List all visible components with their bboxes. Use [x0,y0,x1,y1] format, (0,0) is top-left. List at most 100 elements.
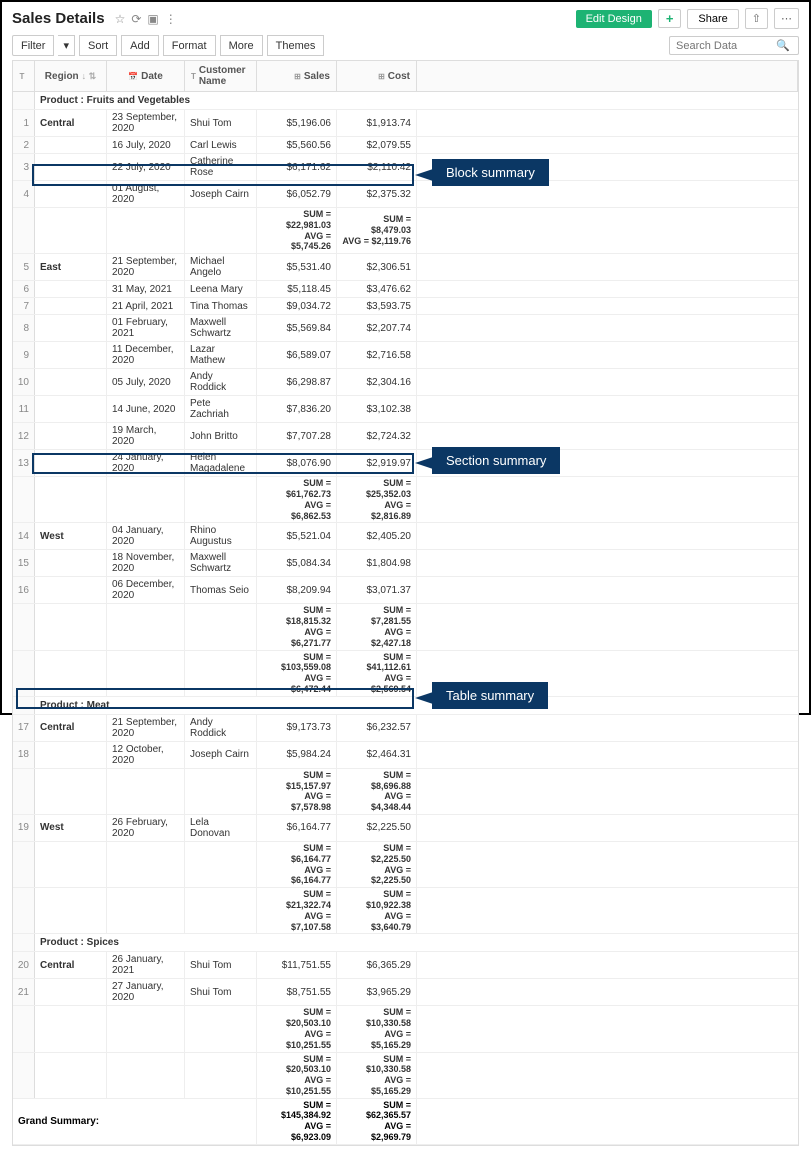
share-button[interactable]: Share [687,9,738,29]
row-number: 9 [13,342,35,368]
table-row[interactable]: 1324 January, 2020Helen Magadalene$8,076… [13,450,798,477]
themes-button[interactable]: Themes [267,35,325,56]
search-input[interactable] [676,40,776,52]
refresh-icon[interactable]: ⟳ [131,12,141,26]
info-icon[interactable]: ▣ [147,12,158,26]
column-date[interactable]: 📅Date [107,61,185,91]
block-summary-callout: Block summary [432,159,549,186]
table-row[interactable]: 401 August, 2020Joseph Cairn$6,052.79$2,… [13,181,798,208]
cost-cell: $2,716.58 [337,342,417,368]
date-cell: 26 February, 2020 [107,815,185,841]
cost-cell: $2,079.55 [337,137,417,153]
more-button[interactable]: More [220,35,263,56]
table-row[interactable]: 1114 June, 2020Pete Zachriah$7,836.20$3,… [13,396,798,423]
table-row[interactable]: 2127 January, 2020Shui Tom$8,751.55$3,96… [13,979,798,1006]
cost-cell: $1,913.74 [337,110,417,136]
customer-cell: Andy Roddick [185,715,257,741]
customer-cell: Lela Donovan [185,815,257,841]
export-icon[interactable]: ⇧ [745,8,768,29]
table-row[interactable]: 14West04 January, 2020Rhino Augustus$5,5… [13,523,798,550]
table-row[interactable]: 5East21 September, 2020Michael Angelo$5,… [13,254,798,281]
sales-cell: $8,751.55 [257,979,337,1005]
customer-cell: Shui Tom [185,952,257,978]
row-number: 15 [13,550,35,576]
table-row[interactable]: 721 April, 2021Tina Thomas$9,034.72$3,59… [13,298,798,315]
row-number: 13 [13,450,35,476]
row-number: 8 [13,315,35,341]
page-title: Sales Details [12,10,105,27]
cost-cell: $3,102.38 [337,396,417,422]
table-row[interactable]: 1219 March, 2020John Britto$7,707.28$2,7… [13,423,798,450]
sales-cell: $7,707.28 [257,423,337,449]
region-cell [35,154,107,180]
cost-cell: $3,476.62 [337,281,417,297]
toolbar: Filter▾ Sort Add Format More Themes 🔍 [12,35,799,56]
header: Sales Details ☆ ⟳ ▣ ⋮ Edit Design + Shar… [12,8,799,29]
table-row[interactable]: 911 December, 2020Lazar Mathew$6,589.07$… [13,342,798,369]
date-cell: 12 October, 2020 [107,742,185,768]
date-cell: 01 February, 2021 [107,315,185,341]
row-number: 19 [13,815,35,841]
sort-button[interactable]: Sort [79,35,117,56]
column-rownum[interactable]: T [13,61,35,91]
sales-cell: $5,531.40 [257,254,337,280]
table-row[interactable]: 322 July, 2020Catherine Rose$6,171.62$2,… [13,154,798,181]
table-row[interactable]: 1Central23 September, 2020Shui Tom$5,196… [13,110,798,137]
edit-design-button[interactable]: Edit Design [576,10,652,28]
block-summary: SUM = $6,164.77AVG = $6,164.77SUM = $2,2… [13,842,798,888]
table-row[interactable]: 20Central26 January, 2021Shui Tom$11,751… [13,952,798,979]
date-cell: 01 August, 2020 [107,181,185,207]
region-cell: Central [35,952,107,978]
star-icon[interactable]: ☆ [115,12,126,26]
date-cell: 11 December, 2020 [107,342,185,368]
filter-dropdown-icon[interactable]: ▾ [58,35,75,56]
sales-cell: $5,569.84 [257,315,337,341]
region-cell: West [35,815,107,841]
column-region[interactable]: Region↓ ⇅ [35,61,107,91]
column-cost[interactable]: ⊞Cost [337,61,417,91]
table-row[interactable]: 631 May, 2021Leena Mary$5,118.45$3,476.6… [13,281,798,298]
row-number: 7 [13,298,35,314]
section-summary: SUM = $20,503.10AVG = $10,251.55SUM = $1… [13,1053,798,1099]
sales-cell: $5,084.34 [257,550,337,576]
column-sales[interactable]: ⊞Sales [257,61,337,91]
date-cell: 21 September, 2020 [107,254,185,280]
region-cell: Central [35,110,107,136]
date-cell: 31 May, 2021 [107,281,185,297]
add-button[interactable]: Add [121,35,159,56]
cost-cell: $3,071.37 [337,577,417,603]
group-header: Product : Fruits and Vegetables [13,92,798,110]
options-icon[interactable]: ⋯ [774,8,799,29]
sales-cell: $8,209.94 [257,577,337,603]
sales-cell: $6,052.79 [257,181,337,207]
table-row[interactable]: 19West26 February, 2020Lela Donovan$6,16… [13,815,798,842]
table-summary-callout: Table summary [432,682,548,709]
customer-cell: Joseph Cairn [185,181,257,207]
table-row[interactable]: 17Central21 September, 2020Andy Roddick$… [13,715,798,742]
grand-summary: Grand Summary:SUM = $145,384.92AVG = $6,… [13,1099,798,1145]
table-row[interactable]: 1005 July, 2020Andy Roddick$6,298.87$2,3… [13,369,798,396]
column-customer[interactable]: TCustomer Name [185,61,257,91]
row-number: 20 [13,952,35,978]
format-button[interactable]: Format [163,35,216,56]
cost-cell: $2,464.31 [337,742,417,768]
search-box[interactable]: 🔍 [669,36,799,55]
table-row[interactable]: 1812 October, 2020Joseph Cairn$5,984.24$… [13,742,798,769]
row-number: 18 [13,742,35,768]
cost-cell: $2,306.51 [337,254,417,280]
table-row[interactable]: 1518 November, 2020Maxwell Schwartz$5,08… [13,550,798,577]
sales-cell: $9,034.72 [257,298,337,314]
customer-cell: Michael Angelo [185,254,257,280]
table-row[interactable]: 216 July, 2020Carl Lewis$5,560.56$2,079.… [13,137,798,154]
row-number: 5 [13,254,35,280]
filter-button[interactable]: Filter [12,35,54,56]
more-icon[interactable]: ⋮ [165,12,177,26]
cost-cell: $2,207.74 [337,315,417,341]
section-summary: SUM = $21,322.74AVG = $7,107.58SUM = $10… [13,888,798,934]
add-new-button[interactable]: + [658,9,682,28]
cost-cell: $3,965.29 [337,979,417,1005]
date-cell: 22 July, 2020 [107,154,185,180]
table-row[interactable]: 1606 December, 2020Thomas Seio$8,209.94$… [13,577,798,604]
table-row[interactable]: 801 February, 2021Maxwell Schwartz$5,569… [13,315,798,342]
section-summary: SUM = $103,559.08AVG = $6,472.44SUM = $4… [13,651,798,697]
